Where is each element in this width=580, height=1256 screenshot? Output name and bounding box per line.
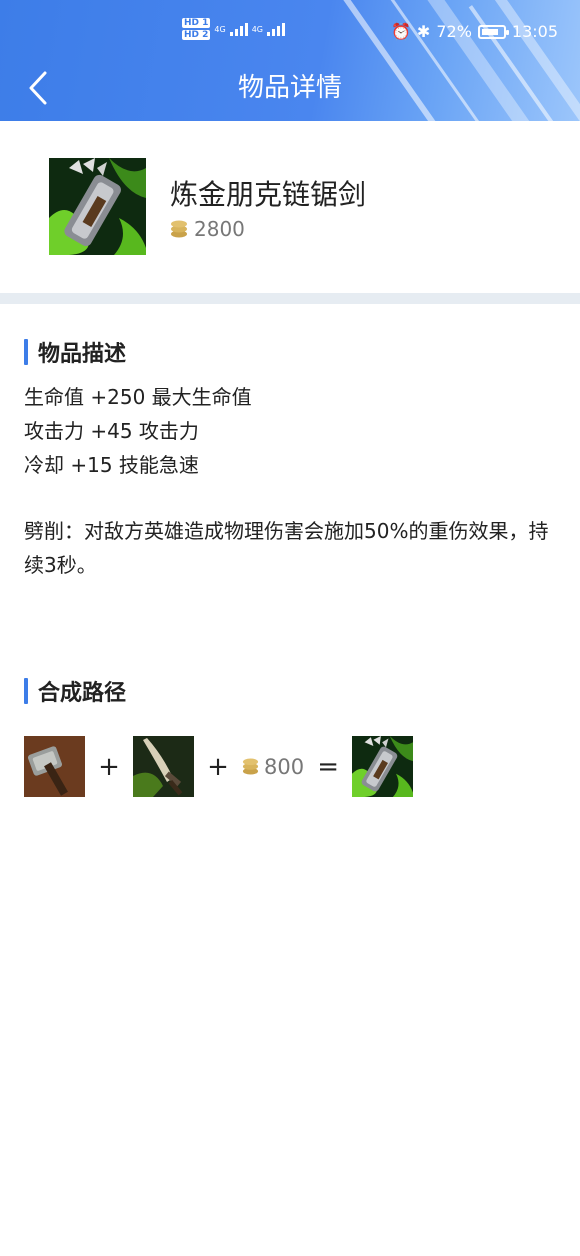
passive-description: 劈削：对敌方英雄造成物理伤害会施加50%的重伤效果，持续3秒。 [24,519,549,577]
component-hammer-icon[interactable] [24,736,85,797]
clock: 13:05 [511,22,558,41]
stat-line: 冷却 +15 技能急速 [24,453,199,477]
signal-icon [229,22,248,36]
bluetooth-icon: ✱ [416,22,431,41]
alarm-icon: ⏰ [391,22,411,41]
signal-icon-2 [267,22,285,36]
section-divider [0,293,580,304]
component-sword-icon[interactable] [133,736,194,797]
gold-coin-icon [242,758,259,775]
item-summary: 炼金朋克链锯剑 2800 [0,121,580,293]
item-name: 炼金朋克链锯剑 [170,178,367,211]
status-bar: HD 1 HD 2 4G 4G ⏰ ✱ 72% 13:05 [0,0,580,64]
sim2-badge: HD 2 [182,30,211,40]
description-section-header: 物品描述 [24,336,126,368]
plus-sign: + [98,751,120,782]
result-item-icon[interactable] [352,736,414,797]
item-description: 生命值 +250 最大生命值 攻击力 +45 攻击力 冷却 +15 技能急速 劈… [24,380,554,582]
app-header: HD 1 HD 2 4G 4G ⏰ ✱ 72% 13:05 物品详情 [0,0,580,121]
stat-line: 攻击力 +45 攻击力 [24,419,199,443]
item-price-value: 2800 [194,217,245,241]
stat-line: 生命值 +250 最大生命值 [24,385,252,409]
equals-sign: = [317,751,339,782]
battery-percent: 72% [436,22,472,41]
item-price: 2800 [170,217,245,241]
gold-cost-value: 800 [264,754,305,779]
recipe-section-header: 合成路径 [24,675,126,707]
network-label-1: 4G [214,24,226,34]
item-image [49,158,146,255]
description-section-title: 物品描述 [38,342,127,367]
sim1-badge: HD 1 [182,18,211,28]
gold-coin-icon [171,220,187,238]
gold-cost: 800 [242,755,304,779]
network-label-2: 4G [251,24,263,34]
recipe-path: + + 800 = [24,736,414,797]
section-accent-bar [24,678,28,704]
battery-icon [477,24,509,39]
section-accent-bar [24,339,28,365]
page-title: 物品详情 [237,73,342,103]
plus-sign: + [207,751,229,782]
recipe-section-title: 合成路径 [38,681,127,706]
